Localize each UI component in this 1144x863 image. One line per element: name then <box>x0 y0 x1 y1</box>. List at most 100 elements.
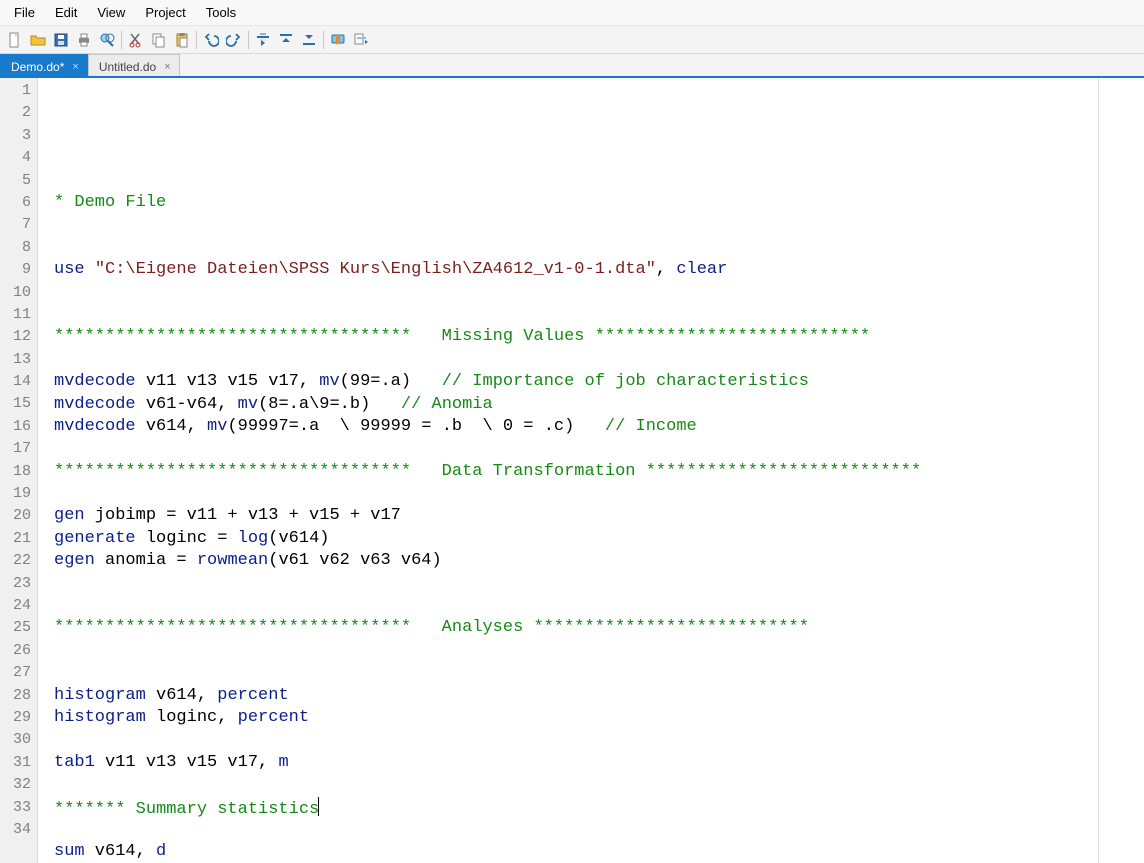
close-icon[interactable]: × <box>72 61 78 73</box>
code-line[interactable] <box>54 573 1144 595</box>
code-line[interactable] <box>54 170 1144 192</box>
code-line[interactable]: histogram loginc, percent <box>54 707 1144 729</box>
document-tabbar: Demo.do* × Untitled.do × <box>0 54 1144 78</box>
code-token: v614, <box>136 417 207 436</box>
code-token: (v61 v62 v63 v64) <box>268 551 441 570</box>
line-number: 1 <box>0 80 31 102</box>
close-icon[interactable]: × <box>164 61 170 73</box>
print-icon[interactable] <box>73 29 95 51</box>
code-line[interactable] <box>54 282 1144 304</box>
code-token: mv <box>319 372 339 391</box>
line-number: 3 <box>0 125 31 147</box>
code-line[interactable] <box>54 774 1144 796</box>
bookmark-toggle-icon[interactable] <box>327 29 349 51</box>
code-token: rowmean <box>197 551 268 570</box>
code-line[interactable] <box>54 595 1144 617</box>
code-area[interactable]: * Demo File use "C:\Eigene Dateien\SPSS … <box>38 78 1144 863</box>
text-caret <box>318 797 319 816</box>
menu-edit[interactable]: Edit <box>45 2 87 23</box>
code-line[interactable]: egen anomia = rowmean(v61 v62 v63 v64) <box>54 550 1144 572</box>
undo-icon[interactable] <box>200 29 222 51</box>
code-editor[interactable]: 1234567891011121314151617181920212223242… <box>0 78 1144 863</box>
line-number: 29 <box>0 707 31 729</box>
line-number-gutter: 1234567891011121314151617181920212223242… <box>0 78 38 863</box>
code-token: * Demo File <box>54 193 166 212</box>
run-from-cursor-icon[interactable] <box>298 29 320 51</box>
code-line[interactable]: mvdecode v11 v13 v15 v17, mv(99=.a) // I… <box>54 371 1144 393</box>
code-line[interactable]: ******* Summary statistics <box>54 797 1144 819</box>
run-selection-icon[interactable] <box>252 29 274 51</box>
code-token: (99997=.a \ 99999 = .b \ 0 = .c) <box>227 417 604 436</box>
code-line[interactable]: *********************************** Anal… <box>54 617 1144 639</box>
toolbar-separator <box>196 31 197 49</box>
menu-view[interactable]: View <box>87 2 135 23</box>
line-number: 15 <box>0 393 31 415</box>
redo-icon[interactable] <box>223 29 245 51</box>
code-line[interactable] <box>54 214 1144 236</box>
menu-tools[interactable]: Tools <box>196 2 246 23</box>
code-line[interactable] <box>54 237 1144 259</box>
code-line[interactable]: mvdecode v614, mv(99997=.a \ 99999 = .b … <box>54 416 1144 438</box>
copy-icon[interactable] <box>148 29 170 51</box>
code-line[interactable] <box>54 819 1144 841</box>
line-number: 23 <box>0 573 31 595</box>
code-token: *********************************** Anal… <box>54 618 809 637</box>
code-line[interactable]: use "C:\Eigene Dateien\SPSS Kurs\English… <box>54 259 1144 281</box>
code-token: tab1 <box>54 753 95 772</box>
code-line[interactable]: histogram v614, percent <box>54 685 1144 707</box>
code-token: log <box>238 529 269 548</box>
find-icon[interactable] <box>96 29 118 51</box>
menubar: File Edit View Project Tools <box>0 0 1144 26</box>
line-number: 26 <box>0 640 31 662</box>
code-token: loginc, <box>146 708 238 727</box>
run-to-cursor-icon[interactable] <box>275 29 297 51</box>
code-line[interactable]: mvdecode v61-v64, mv(8=.a\9=.b) // Anomi… <box>54 394 1144 416</box>
code-line[interactable] <box>54 729 1144 751</box>
code-line[interactable] <box>54 304 1144 326</box>
line-number: 14 <box>0 371 31 393</box>
menu-file[interactable]: File <box>4 2 45 23</box>
open-file-icon[interactable] <box>27 29 49 51</box>
line-number: 27 <box>0 662 31 684</box>
code-token: v11 v13 v15 v17, <box>136 372 320 391</box>
print-margin-guide <box>1098 78 1099 863</box>
code-line[interactable]: sum v614, d <box>54 841 1144 863</box>
code-line[interactable] <box>54 438 1144 460</box>
code-line[interactable]: generate loginc = log(v614) <box>54 528 1144 550</box>
code-token: gen <box>54 506 85 525</box>
tab-demo-do[interactable]: Demo.do* × <box>0 54 88 76</box>
line-number: 12 <box>0 326 31 348</box>
line-number: 16 <box>0 416 31 438</box>
line-number: 20 <box>0 505 31 527</box>
line-number: 22 <box>0 550 31 572</box>
code-line[interactable]: tab1 v11 v13 v15 v17, m <box>54 752 1144 774</box>
save-icon[interactable] <box>50 29 72 51</box>
bookmark-next-icon[interactable] <box>350 29 372 51</box>
new-file-icon[interactable] <box>4 29 26 51</box>
paste-icon[interactable] <box>171 29 193 51</box>
tab-label: Demo.do* <box>11 60 64 74</box>
code-token: v614, <box>85 842 156 861</box>
code-token: v11 v13 v15 v17, <box>95 753 279 772</box>
code-line[interactable] <box>54 349 1144 371</box>
code-token: percent <box>217 686 288 705</box>
code-token: use <box>54 260 85 279</box>
code-token: mv <box>207 417 227 436</box>
line-number: 10 <box>0 282 31 304</box>
code-line[interactable]: gen jobimp = v11 + v13 + v15 + v17 <box>54 505 1144 527</box>
code-line[interactable] <box>54 147 1144 169</box>
code-line[interactable] <box>54 483 1144 505</box>
tab-untitled-do[interactable]: Untitled.do × <box>88 54 180 76</box>
code-line[interactable]: *********************************** Data… <box>54 461 1144 483</box>
code-line[interactable]: *********************************** Miss… <box>54 326 1144 348</box>
line-number: 28 <box>0 685 31 707</box>
code-token: m <box>278 753 288 772</box>
code-line[interactable]: * Demo File <box>54 192 1144 214</box>
line-number: 33 <box>0 797 31 819</box>
cut-icon[interactable] <box>125 29 147 51</box>
code-token: (v614) <box>268 529 329 548</box>
code-line[interactable] <box>54 640 1144 662</box>
menu-project[interactable]: Project <box>135 2 195 23</box>
code-line[interactable] <box>54 662 1144 684</box>
line-number: 7 <box>0 214 31 236</box>
